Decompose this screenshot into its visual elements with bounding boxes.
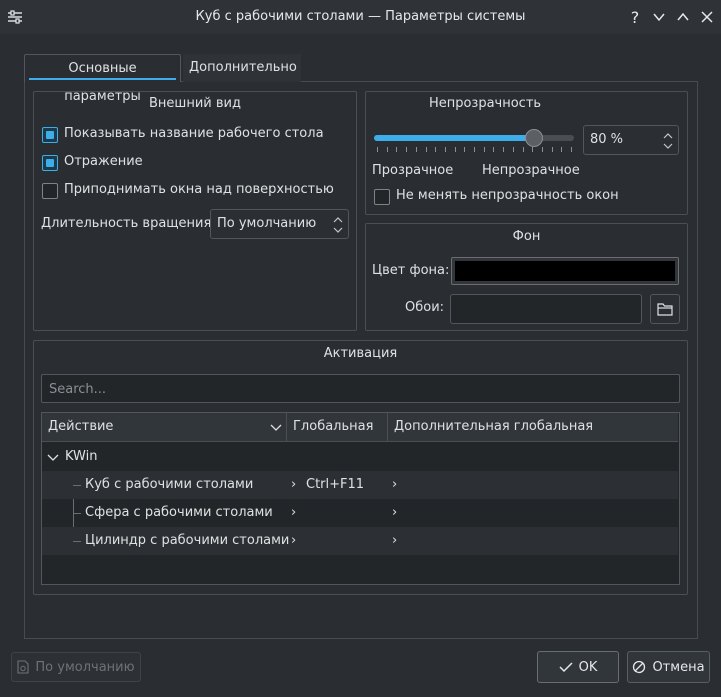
maximize-icon[interactable] (672, 6, 694, 28)
opacity-spin-arrows-icon[interactable] (662, 130, 674, 152)
show-desktop-name-checkbox[interactable] (42, 127, 58, 143)
chevron-right-icon[interactable]: › (291, 499, 296, 527)
activation-title: Активация (323, 346, 398, 361)
cancel-button[interactable]: Отмена (627, 651, 710, 683)
cancel-button-label: Отмена (652, 659, 705, 675)
reflection-label: Отражение (64, 154, 143, 169)
row-action: Цилиндр с рабочими столами (85, 533, 290, 548)
dont-change-opacity-checkbox[interactable] (374, 189, 390, 205)
reflection-checkbox[interactable] (42, 155, 58, 171)
slider-tick (541, 147, 543, 152)
row-action: Сфера с рабочими столами (85, 505, 273, 520)
table-row[interactable]: Куб с рабочими столами › Ctrl+F11 › (42, 471, 678, 499)
tree-header: Действие Глобальная Дополнительная глоба… (42, 413, 678, 442)
slider-tick (483, 147, 485, 152)
slider-tick (415, 147, 417, 152)
table-row[interactable]: Сфера с рабочими столами › › (42, 499, 678, 527)
opacity-spinbox[interactable]: 80 % (583, 125, 679, 155)
slider-tick (444, 147, 446, 152)
slider-tick (522, 147, 524, 152)
slider-tick (454, 147, 456, 152)
opacity-title: Непрозрачность (428, 96, 542, 111)
close-icon[interactable] (696, 6, 718, 28)
defaults-button-label: По умолчанию (35, 659, 135, 675)
column-header-alt-global[interactable]: Дополнительная глобальная (388, 413, 678, 441)
rotation-duration-value: По умолчанию (217, 216, 317, 231)
chevron-right-icon[interactable]: › (392, 527, 397, 555)
wallpaper-input[interactable] (450, 294, 642, 324)
column-header-action[interactable]: Действие (42, 413, 287, 441)
slider-tick (396, 147, 398, 152)
expand-chevron-down-icon[interactable] (47, 454, 59, 462)
row-global-shortcut[interactable]: Ctrl+F11 (306, 471, 364, 499)
opacity-slider-handle[interactable] (525, 129, 543, 147)
wallpaper-label: Обои: (405, 300, 445, 315)
ok-button-label: OK (578, 659, 598, 675)
opacity-value: 80 % (590, 132, 624, 147)
slider-tick (551, 147, 553, 152)
chevron-right-icon[interactable]: › (291, 471, 296, 499)
defaults-button[interactable]: По умолчанию (11, 652, 141, 682)
opacity-min-label: Прозрачное (372, 163, 454, 178)
chevron-right-icon[interactable]: › (392, 471, 397, 499)
raise-windows-checkbox[interactable] (42, 183, 58, 199)
raise-windows-label: Приподнимать окна над поверхностью (64, 182, 334, 197)
tree-group-label: KWin (65, 449, 98, 464)
document-reset-icon (17, 660, 29, 674)
chevron-right-icon[interactable]: › (392, 499, 397, 527)
table-row[interactable]: Цилиндр с рабочими столами › › (42, 527, 678, 555)
show-desktop-name-label: Показывать название рабочего стола (64, 126, 324, 141)
slider-tick (386, 147, 388, 152)
checkmark-icon (559, 662, 573, 673)
tab-advanced[interactable]: Дополнительно (183, 54, 301, 82)
slider-tick (503, 147, 505, 152)
slider-tick (377, 147, 378, 152)
help-icon[interactable]: ? (624, 6, 646, 28)
opacity-slider-fill (374, 135, 534, 141)
minimize-icon[interactable] (648, 6, 670, 28)
slider-tick (561, 147, 563, 152)
background-color-label: Цвет фона: (372, 263, 450, 278)
tree-group-kwin[interactable]: KWin (42, 443, 678, 471)
slider-tick (512, 147, 514, 152)
appearance-title: Внешний вид (149, 96, 241, 111)
slider-tick (532, 147, 534, 152)
search-input[interactable]: Search... (41, 374, 680, 403)
row-action: Куб с рабочими столами (85, 477, 254, 492)
folder-icon (657, 303, 673, 316)
ok-button[interactable]: OK (537, 651, 619, 683)
dont-change-opacity-label: Не менять непрозрачность окон (396, 188, 619, 203)
browse-wallpaper-button[interactable] (650, 294, 680, 324)
column-header-global[interactable]: Глобальная (287, 413, 388, 441)
rotation-duration-spinbox[interactable]: По умолчанию (210, 209, 349, 239)
search-placeholder: Search... (49, 382, 107, 397)
slider-tick (474, 147, 475, 152)
slider-tick (571, 147, 572, 152)
chevron-right-icon[interactable]: › (291, 527, 296, 555)
spin-arrows-icon[interactable] (332, 214, 344, 236)
opacity-max-label: Непрозрачное (482, 163, 580, 178)
tab-main-settings[interactable]: Основные параметры (24, 54, 181, 104)
slider-tick (464, 147, 466, 152)
background-color-swatch (455, 261, 675, 281)
background-title: Фон (512, 229, 541, 244)
background-color-button[interactable] (451, 257, 679, 285)
window-title: Куб с рабочими столами — Параметры систе… (195, 9, 526, 24)
slider-tick (435, 147, 437, 152)
rotation-duration-label: Длительность вращения: (41, 216, 216, 231)
cancel-icon (633, 660, 646, 674)
slider-tick (406, 147, 408, 152)
slider-tick (493, 147, 495, 152)
slider-tick (425, 147, 427, 152)
sort-chevron-down-icon[interactable] (270, 424, 282, 432)
